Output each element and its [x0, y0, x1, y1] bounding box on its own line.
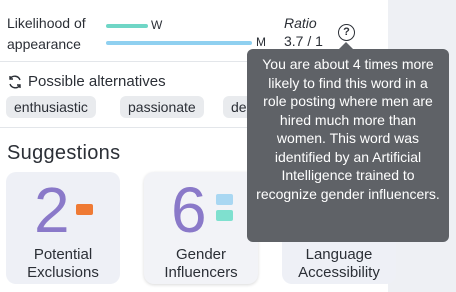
potential-exclusions-card[interactable]: 2 Potential Exclusions — [6, 172, 120, 284]
exclusion-indicator — [76, 204, 93, 215]
card-count: 6 — [171, 174, 207, 246]
gender-influencers-card[interactable]: 6 Gender Influencers — [144, 172, 258, 284]
card-label-line: Accessibility — [298, 264, 380, 281]
men-likelihood-bar — [106, 41, 252, 45]
tooltip-arrow — [339, 42, 353, 49]
card-label-line: Influencers — [164, 264, 238, 281]
ratio-label: Ratio — [284, 15, 317, 31]
women-likelihood-bar — [106, 24, 148, 28]
card-label-line: Gender — [175, 246, 227, 263]
likelihood-label: Likelihood of appearance — [7, 15, 86, 52]
help-circle-icon[interactable]: ? — [338, 24, 355, 41]
men-bar-label: M — [256, 35, 266, 49]
card-label: Gender Influencers — [144, 246, 258, 282]
alternatives-header: Possible alternatives — [7, 73, 166, 90]
alternative-chip[interactable]: passionate — [120, 96, 204, 118]
ratio-tooltip: You are about 4 times more likely to fin… — [247, 49, 449, 242]
card-label: Potential Exclusions — [6, 246, 120, 282]
card-label: Language Accessibility — [282, 246, 396, 282]
card-label-line: Language — [305, 246, 373, 263]
men-indicator — [216, 194, 233, 205]
page: Likelihood of appearance W M Ratio 3.7 /… — [0, 0, 456, 292]
alternatives-header-label: Possible alternatives — [28, 73, 166, 90]
refresh-icon — [9, 75, 21, 88]
card-label-line: Potential — [33, 246, 93, 263]
alternative-chip[interactable]: enthusiastic — [6, 96, 96, 118]
card-count: 2 — [34, 174, 70, 246]
suggestions-title: Suggestions — [7, 142, 121, 164]
card-label-line: Exclusions — [27, 264, 99, 281]
women-indicator — [216, 210, 233, 221]
ratio-value: 3.7 / 1 — [284, 33, 323, 49]
women-bar-label: W — [151, 18, 163, 32]
